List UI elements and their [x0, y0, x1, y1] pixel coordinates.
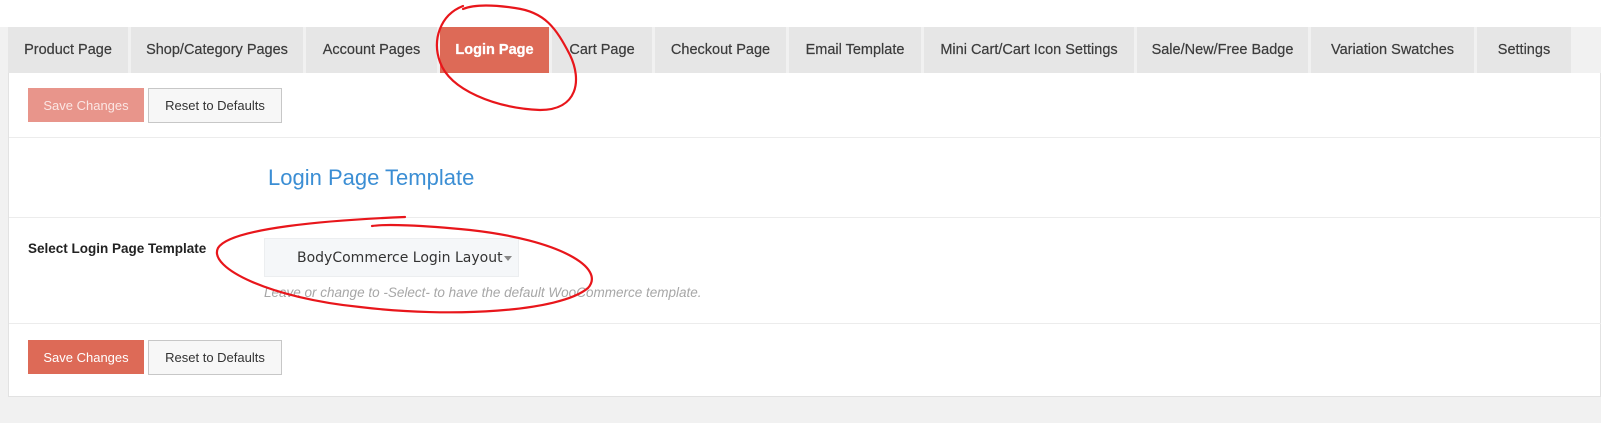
divider — [9, 217, 1601, 218]
tab-account-pages[interactable]: Account Pages — [306, 27, 437, 73]
tab-mini-cart-settings[interactable]: Mini Cart/Cart Icon Settings — [924, 27, 1134, 73]
top-button-row: Save Changes Reset to Defaults — [28, 88, 282, 123]
tab-product-page[interactable]: Product Page — [8, 27, 128, 73]
bottom-button-row: Save Changes Reset to Defaults — [28, 340, 282, 375]
tab-cart-page[interactable]: Cart Page — [552, 27, 652, 73]
tab-sale-new-free-badge[interactable]: Sale/New/Free Badge — [1137, 27, 1308, 73]
select-value: BodyCommerce Login Layout — [297, 250, 503, 266]
save-changes-button-bottom[interactable]: Save Changes — [28, 340, 144, 374]
login-template-select[interactable]: BodyCommerce Login Layout — [264, 238, 519, 277]
login-template-label: Select Login Page Template — [28, 241, 207, 256]
tab-settings[interactable]: Settings — [1477, 27, 1571, 73]
save-changes-button-top[interactable]: Save Changes — [28, 88, 144, 122]
reset-to-defaults-button-bottom[interactable]: Reset to Defaults — [148, 340, 282, 375]
divider — [9, 323, 1601, 324]
tab-email-template[interactable]: Email Template — [789, 27, 921, 73]
tab-variation-swatches[interactable]: Variation Swatches — [1311, 27, 1474, 73]
caret-down-icon — [504, 256, 512, 261]
top-strip — [0, 0, 1601, 27]
divider — [9, 137, 1601, 138]
settings-panel: Save Changes Reset to Defaults Login Pag… — [8, 73, 1601, 397]
reset-to-defaults-button-top[interactable]: Reset to Defaults — [148, 88, 282, 123]
settings-tab-bar: Product Page Shop/Category Pages Account… — [8, 27, 1601, 73]
tab-checkout-page[interactable]: Checkout Page — [655, 27, 786, 73]
section-title: Login Page Template — [268, 165, 475, 190]
tab-login-page[interactable]: Login Page — [440, 27, 549, 73]
tab-shop-category-pages[interactable]: Shop/Category Pages — [131, 27, 303, 73]
field-hint: Leave or change to -Select- to have the … — [264, 285, 702, 300]
